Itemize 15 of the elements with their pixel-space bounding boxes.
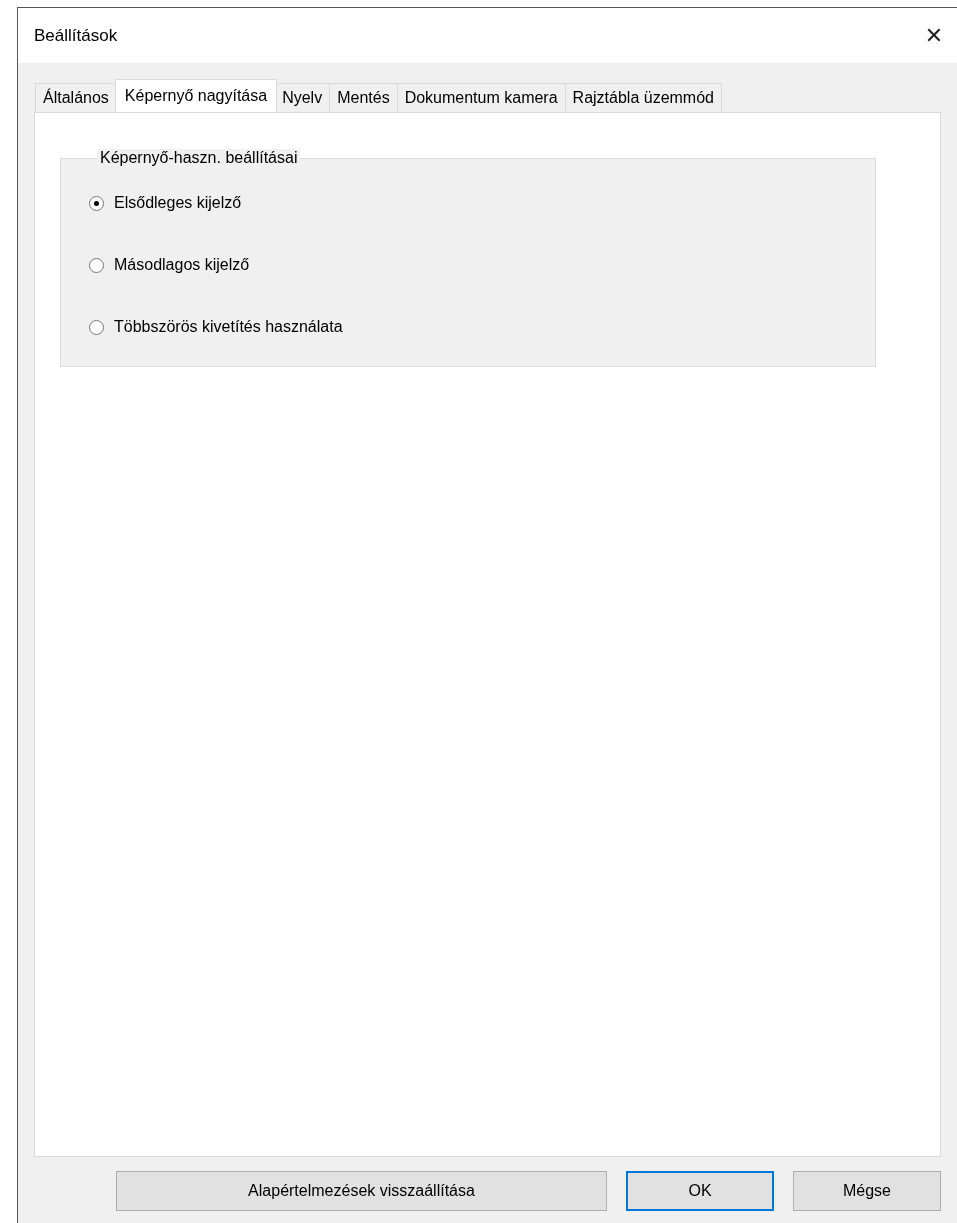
radio-label[interactable]: Többszörös kivetítés használata	[114, 318, 343, 336]
radio-button[interactable]	[89, 195, 104, 211]
radio-button[interactable]	[89, 319, 104, 335]
dialog-button[interactable]: Alapértelmezések visszaállítása	[116, 1171, 607, 1211]
radio-label[interactable]: Elsődleges kijelző	[114, 194, 242, 212]
group-title: Képernyő-haszn. beállításai	[97, 149, 301, 167]
tab[interactable]: Általános	[35, 83, 117, 112]
tab[interactable]: Képernyő nagyítása	[114, 79, 278, 112]
window-title: Beállítások	[34, 25, 118, 46]
radio-label[interactable]: Másodlagos kijelző	[114, 256, 250, 274]
dialog-button[interactable]: OK	[626, 1171, 774, 1211]
tab[interactable]: Rajztábla üzemmód	[564, 83, 722, 112]
close-button[interactable]: ✕	[911, 15, 957, 56]
radio-button[interactable]	[89, 257, 104, 273]
dialog-button[interactable]: Mégse	[793, 1171, 941, 1211]
